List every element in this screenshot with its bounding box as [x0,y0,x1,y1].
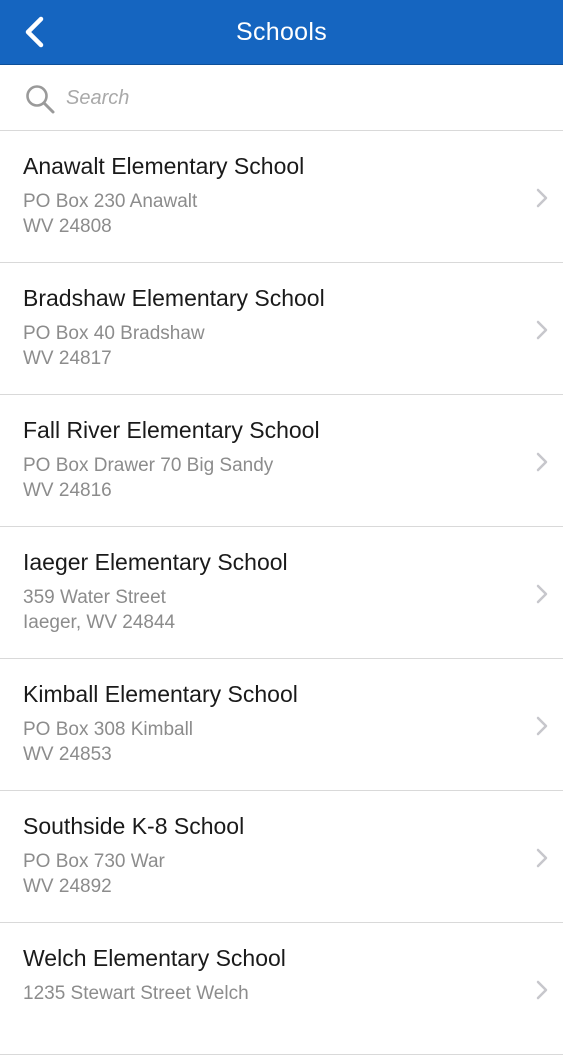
school-name: Fall River Elementary School [23,417,320,443]
chevron-right-icon [536,188,548,208]
school-row-anawalt[interactable]: Anawalt Elementary School PO Box 230 Ana… [0,131,563,263]
school-address-line1: PO Box Drawer 70 Big Sandy [23,455,274,476]
school-name: Southside K-8 School [23,813,245,839]
school-name: Welch Elementary School [23,945,286,971]
school-row-southside[interactable]: Southside K-8 School PO Box 730 War WV 2… [0,791,563,923]
nav-bar: Schools [0,0,563,65]
chevron-right-icon [536,320,548,340]
school-address-line2: WV 24817 [23,348,112,369]
school-name: Bradshaw Elementary School [23,285,325,311]
chevron-right-icon [536,848,548,868]
search-bar [0,65,563,131]
school-address-line2: WV 24816 [23,480,112,501]
school-name: Iaeger Elementary School [23,549,288,575]
school-address-line1: PO Box 730 War [23,851,165,872]
school-address-line2: WV 24892 [23,876,112,897]
school-address-line2: Iaeger, WV 24844 [23,612,176,633]
search-input[interactable] [66,79,536,117]
school-address-line1: 1235 Stewart Street Welch [23,983,249,1004]
chevron-right-icon [536,980,548,1000]
school-address-line1: PO Box 308 Kimball [23,719,194,740]
school-address-line1: PO Box 230 Anawalt [23,191,198,212]
search-icon [26,85,55,114]
school-name: Kimball Elementary School [23,681,298,707]
chevron-right-icon [536,716,548,736]
school-row-iaeger[interactable]: Iaeger Elementary School 359 Water Stree… [0,527,563,659]
page-title: Schools [235,18,328,46]
school-name: Anawalt Elementary School [23,153,305,179]
school-address-line1: PO Box 40 Bradshaw [23,323,205,344]
school-row-welch[interactable]: Welch Elementary School 1235 Stewart Str… [0,923,563,1055]
school-row-bradshaw[interactable]: Bradshaw Elementary School PO Box 40 Bra… [0,263,563,395]
school-row-kimball[interactable]: Kimball Elementary School PO Box 308 Kim… [0,659,563,791]
school-address-line1: 359 Water Street [23,587,166,608]
school-address-line2: WV 24853 [23,744,112,765]
school-row-fall-river[interactable]: Fall River Elementary School PO Box Draw… [0,395,563,527]
school-list: Anawalt Elementary School PO Box 230 Ana… [0,131,563,1055]
chevron-right-icon [536,584,548,604]
chevron-right-icon [536,452,548,472]
school-address-line2: WV 24808 [23,216,112,237]
